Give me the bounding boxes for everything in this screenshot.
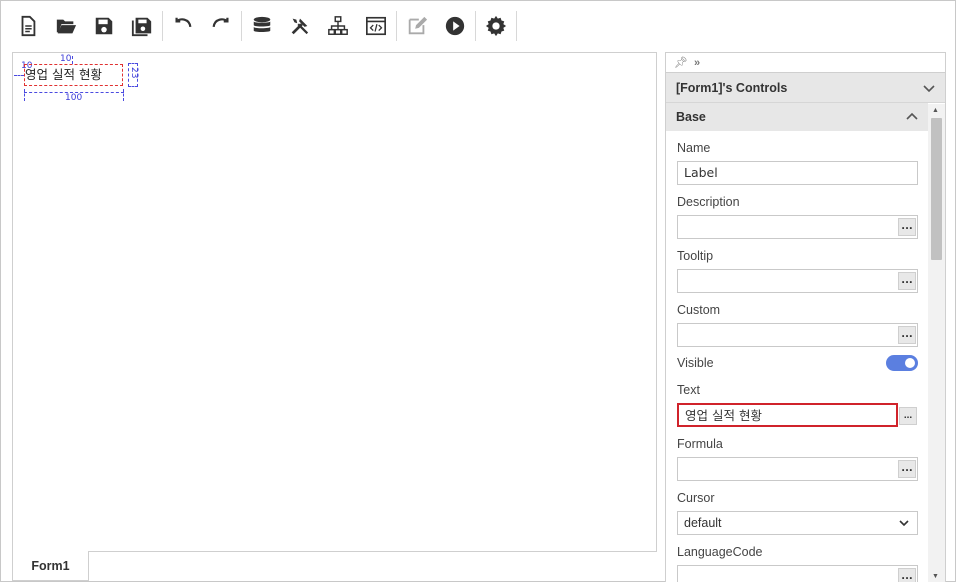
panel-scrollbar[interactable]: ▲ ▼ [928,104,945,582]
custom-label: Custom [677,303,721,317]
left-guide-line [14,75,24,76]
visible-toggle[interactable] [886,355,918,371]
open-button[interactable] [47,7,85,45]
formula-label: Formula [677,437,723,451]
run-button[interactable] [436,7,474,45]
scroll-down-icon[interactable]: ▼ [932,573,939,580]
redo-button[interactable] [202,7,240,45]
top-dimension: 10 [60,54,72,64]
cursor-select[interactable]: default [677,511,918,535]
undo-button[interactable] [164,7,202,45]
form-tab-bar: Form1 [12,551,657,582]
description-field[interactable]: ... [677,215,918,239]
tools-button[interactable] [281,7,319,45]
selected-label-control[interactable]: 영업 실적 현황 [24,64,123,86]
properties-panel: 📌︎ » [Form1]'s Controls Base Name Label … [665,52,946,582]
controls-header-title: [Form1]'s Controls [676,80,788,95]
width-guide-start [24,89,25,101]
toolbar-separator [396,11,397,41]
scroll-up-icon[interactable]: ▲ [932,107,939,114]
app-window: 10 10 100 23 영업 실적 현황 Form1 📌︎ » [Form1]… [0,0,956,582]
save-all-button[interactable] [123,7,161,45]
code-view-button[interactable] [357,7,395,45]
open-folder-icon [56,19,77,34]
save-button[interactable] [85,7,123,45]
undo-icon [175,17,192,28]
tools-icon [291,18,309,35]
edit-icon [408,16,428,35]
edit-button[interactable] [398,7,436,45]
collapse-panel-icon[interactable]: » [694,57,700,69]
controls-header[interactable]: [Form1]'s Controls [666,73,945,103]
description-label: Description [677,195,740,209]
new-file-button[interactable] [9,7,47,45]
hierarchy-icon [328,16,348,35]
database-icon [253,16,271,32]
panel-toolbar: 📌︎ » [666,53,945,73]
height-dimension: 23 [129,67,139,79]
top-guide-line [72,56,73,64]
tooltip-label: Tooltip [677,249,714,263]
cursor-label: Cursor [677,491,715,505]
text-field[interactable]: 영업 실적 현황 [677,403,898,427]
save-all-icon [131,17,152,37]
chevron-down-icon [899,520,909,527]
name-label: Name [677,141,711,155]
languagecode-field[interactable]: ... [677,565,918,582]
visible-label: Visible [677,356,714,370]
pin-icon[interactable]: 📌︎ [674,56,688,69]
formula-field[interactable]: ... [677,457,918,481]
toolbar-separator [241,11,242,41]
custom-ellipsis-button[interactable]: ... [898,326,916,344]
scrollbar-thumb[interactable] [931,118,942,260]
tooltip-ellipsis-button[interactable]: ... [898,272,916,290]
text-label: Text [677,383,700,397]
chevron-down-icon [923,84,935,92]
languagecode-ellipsis-button[interactable]: ... [898,568,916,582]
code-view-icon [366,16,386,36]
name-field[interactable]: Label [677,161,918,185]
base-section-title: Base [676,110,706,124]
tooltip-field[interactable]: ... [677,269,918,293]
width-guide-end [123,89,124,101]
settings-button[interactable] [477,7,515,45]
width-dimension: 100 [65,93,83,103]
formula-ellipsis-button[interactable]: ... [898,460,916,478]
toolbar-separator [162,11,163,41]
settings-icon [485,15,507,37]
new-file-icon [21,15,36,37]
languagecode-label: LanguageCode [677,545,763,559]
custom-field[interactable]: ... [677,323,918,347]
design-canvas[interactable]: 10 10 100 23 영업 실적 현황 [12,52,657,552]
save-icon [95,17,113,35]
toolbar [9,7,518,45]
base-section-header[interactable]: Base [666,103,928,131]
redo-icon [212,17,229,28]
database-button[interactable] [243,7,281,45]
toolbar-separator [475,11,476,41]
cursor-value: default [684,516,722,530]
chevron-up-icon [906,112,918,120]
hierarchy-button[interactable] [319,7,357,45]
run-icon [445,16,465,36]
tab-form1[interactable]: Form1 [12,551,89,581]
description-ellipsis-button[interactable]: ... [898,218,916,236]
text-ellipsis-button[interactable]: ... [899,407,917,425]
toolbar-separator [516,11,517,41]
